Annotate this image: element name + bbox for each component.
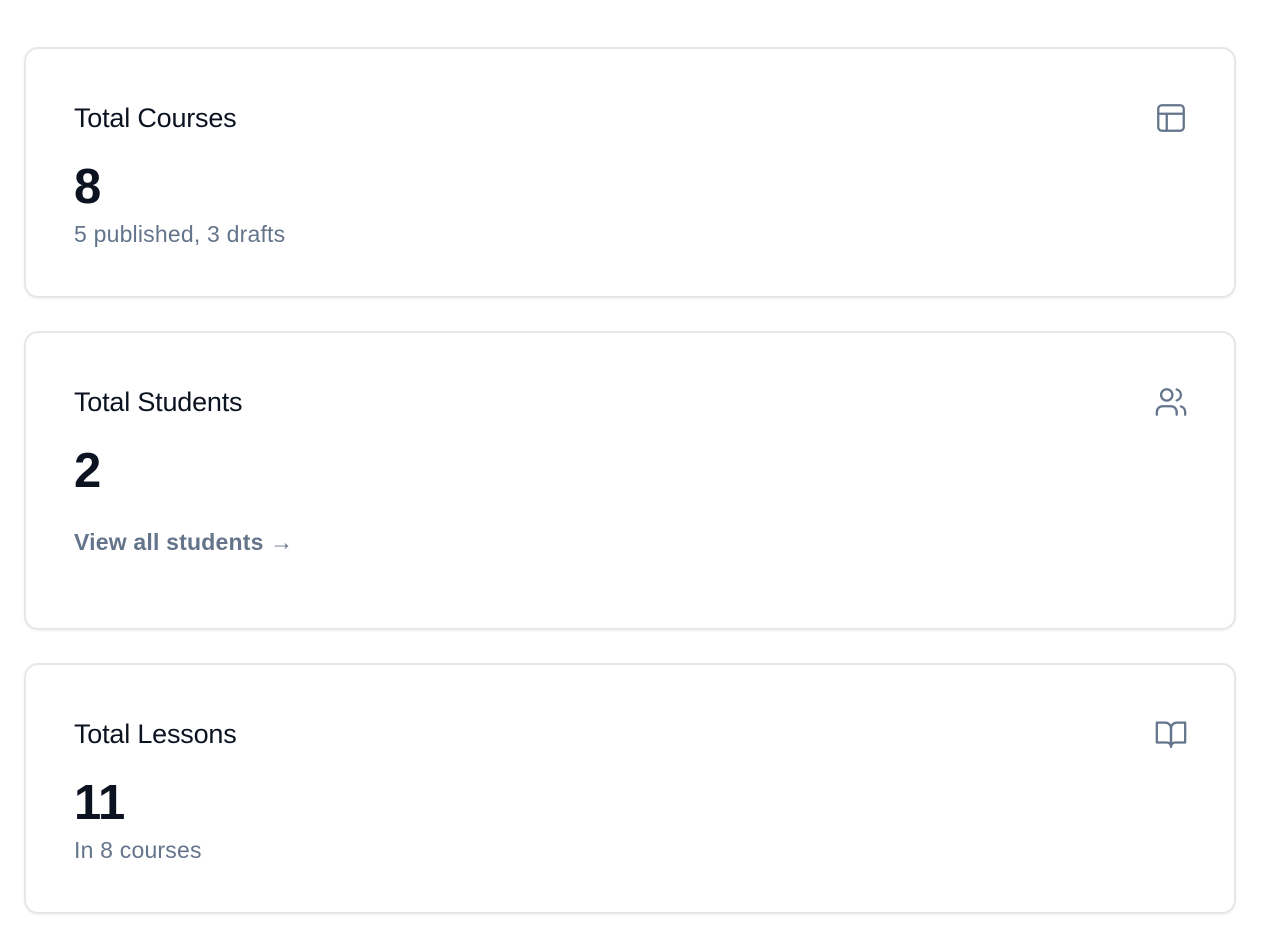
book-open-icon xyxy=(1154,717,1188,751)
card-value: 8 xyxy=(74,160,101,214)
card-value: 2 xyxy=(74,444,101,498)
card-title: Total Courses xyxy=(74,103,237,133)
view-all-students-link[interactable]: View all students → xyxy=(74,527,293,557)
total-students-card: Total Students 2 View all students → xyxy=(24,331,1236,630)
users-icon xyxy=(1154,385,1188,419)
card-subtitle: In 8 courses xyxy=(74,837,202,863)
total-courses-card: Total Courses 8 5 published, 3 drafts xyxy=(24,47,1236,298)
card-subtitle: 5 published, 3 drafts xyxy=(74,221,286,247)
layout-icon xyxy=(1154,101,1188,135)
card-title: Total Lessons xyxy=(74,719,237,749)
card-title: Total Students xyxy=(74,387,243,417)
card-value: 11 xyxy=(74,776,125,830)
total-lessons-card: Total Lessons 11 In 8 courses xyxy=(24,663,1236,914)
